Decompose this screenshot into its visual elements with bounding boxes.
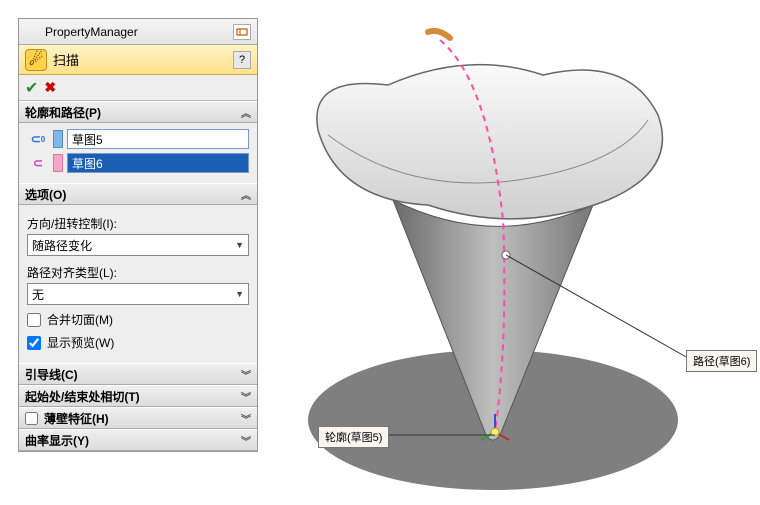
chevron-down-icon: ︾ — [241, 367, 251, 382]
profile-selection-row: ⊂0 — [27, 129, 249, 149]
chevron-down-icon: ▼ — [235, 240, 244, 250]
merge-faces-label: 合并切面(M) — [47, 311, 113, 328]
confirm-row: ✔ ✖ — [19, 75, 257, 101]
feature-title-bar: ☄ 扫描 ? — [19, 45, 257, 75]
ok-icon[interactable]: ✔ — [25, 78, 38, 98]
group-thin-title: 薄壁特征(H) — [44, 410, 109, 427]
path-align-value: 无 — [32, 286, 44, 303]
pm-title-text: PropertyManager — [45, 25, 138, 39]
graphics-viewport[interactable]: 路径(草图6) 轮廓(草图5) — [258, 0, 760, 505]
profile-input[interactable] — [67, 129, 249, 149]
path-selection-row: ⊂ — [27, 153, 249, 173]
group-options-body: 方向/扭转控制(I): 随路径变化 ▼ 路径对齐类型(L): 无 ▼ 合并切面(… — [19, 205, 257, 363]
thin-feature-checkbox[interactable] — [25, 412, 38, 425]
profile-icon: ⊂0 — [27, 129, 49, 149]
merge-faces-checkbox[interactable] — [27, 313, 41, 327]
show-preview-checkbox-row[interactable]: 显示预览(W) — [27, 334, 249, 351]
twist-control-combo[interactable]: 随路径变化 ▼ — [27, 234, 249, 256]
merge-faces-checkbox-row[interactable]: 合并切面(M) — [27, 311, 249, 328]
path-align-combo[interactable]: 无 ▼ — [27, 283, 249, 305]
group-startend-header[interactable]: 起始处/结束处相切(T) ︾ — [19, 385, 257, 407]
callout-path: 路径(草图6) — [686, 350, 757, 372]
group-guide-header[interactable]: 引导线(C) ︾ — [19, 363, 257, 385]
chevron-down-icon: ▼ — [235, 289, 244, 299]
show-preview-checkbox[interactable] — [27, 336, 41, 350]
chevron-down-icon: ︾ — [241, 411, 251, 426]
chevron-up-icon: ︽ — [241, 105, 251, 120]
group-options-header[interactable]: 选项(O) ︽ — [19, 183, 257, 205]
pin-icon[interactable] — [233, 24, 251, 40]
group-options-title: 选项(O) — [25, 186, 66, 203]
profile-color-swatch — [53, 130, 63, 148]
sweep-feature-icon: ☄ — [25, 49, 47, 71]
group-curvature-header[interactable]: 曲率显示(Y) ︾ — [19, 429, 257, 451]
group-guide-title: 引导线(C) — [25, 366, 78, 383]
show-preview-label: 显示预览(W) — [47, 334, 114, 351]
group-profile-path-header[interactable]: 轮廓和路径(P) ︽ — [19, 101, 257, 123]
chevron-up-icon: ︽ — [241, 187, 251, 202]
path-icon: ⊂ — [27, 153, 49, 173]
pm-title-bar: PropertyManager — [19, 19, 257, 45]
group-startend-title: 起始处/结束处相切(T) — [25, 388, 140, 405]
twist-control-label: 方向/扭转控制(I): — [27, 215, 249, 232]
property-manager-panel: PropertyManager ☄ 扫描 ? ✔ ✖ 轮廓和路径(P) ︽ ⊂0… — [18, 18, 258, 452]
cancel-icon[interactable]: ✖ — [44, 79, 56, 96]
feature-name: 扫描 — [53, 50, 79, 69]
twist-control-value: 随路径变化 — [32, 237, 92, 254]
group-profile-path-body: ⊂0 ⊂ — [19, 123, 257, 183]
path-color-swatch — [53, 154, 63, 172]
path-input[interactable] — [67, 153, 249, 173]
path-align-label: 路径对齐类型(L): — [27, 264, 249, 281]
group-profile-path-title: 轮廓和路径(P) — [25, 104, 101, 121]
callout-profile: 轮廓(草图5) — [318, 426, 389, 448]
chevron-down-icon: ︾ — [241, 389, 251, 404]
group-thin-header[interactable]: 薄壁特征(H) ︾ — [19, 407, 257, 429]
chevron-down-icon: ︾ — [241, 433, 251, 448]
group-curvature-title: 曲率显示(Y) — [25, 432, 89, 449]
help-icon[interactable]: ? — [233, 51, 251, 69]
